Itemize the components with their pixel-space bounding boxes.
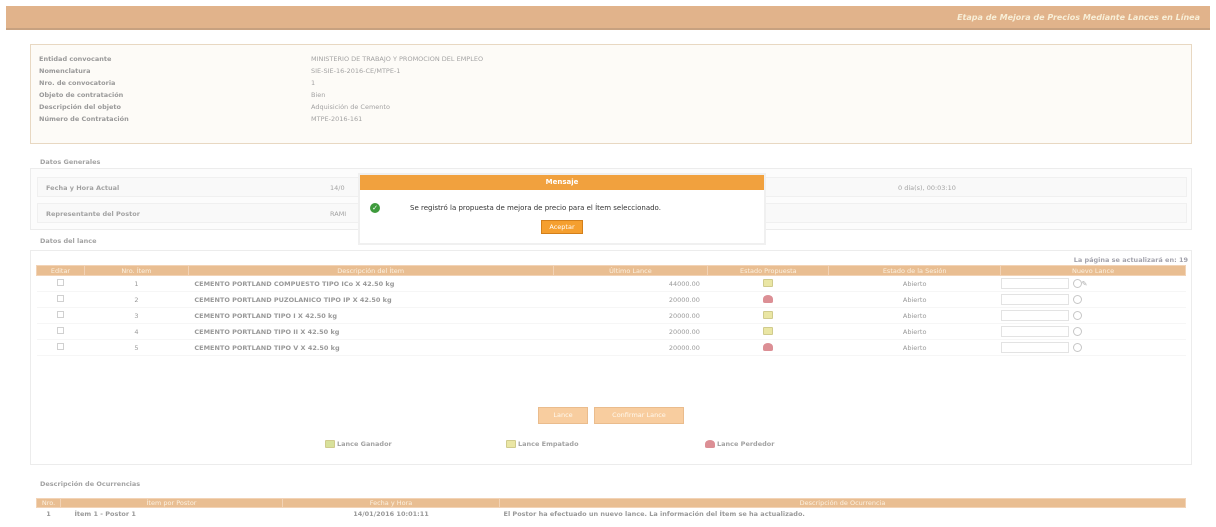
message-dialog: Mensaje ✓ Se registró la propuesta de me… [360, 175, 764, 243]
accept-button[interactable]: Aceptar [541, 220, 583, 234]
dialog-title: Mensaje [360, 175, 764, 190]
modal-overlay [0, 0, 1216, 527]
dialog-message: Se registró la propuesta de mejora de pr… [410, 204, 661, 212]
check-icon: ✓ [370, 203, 380, 213]
